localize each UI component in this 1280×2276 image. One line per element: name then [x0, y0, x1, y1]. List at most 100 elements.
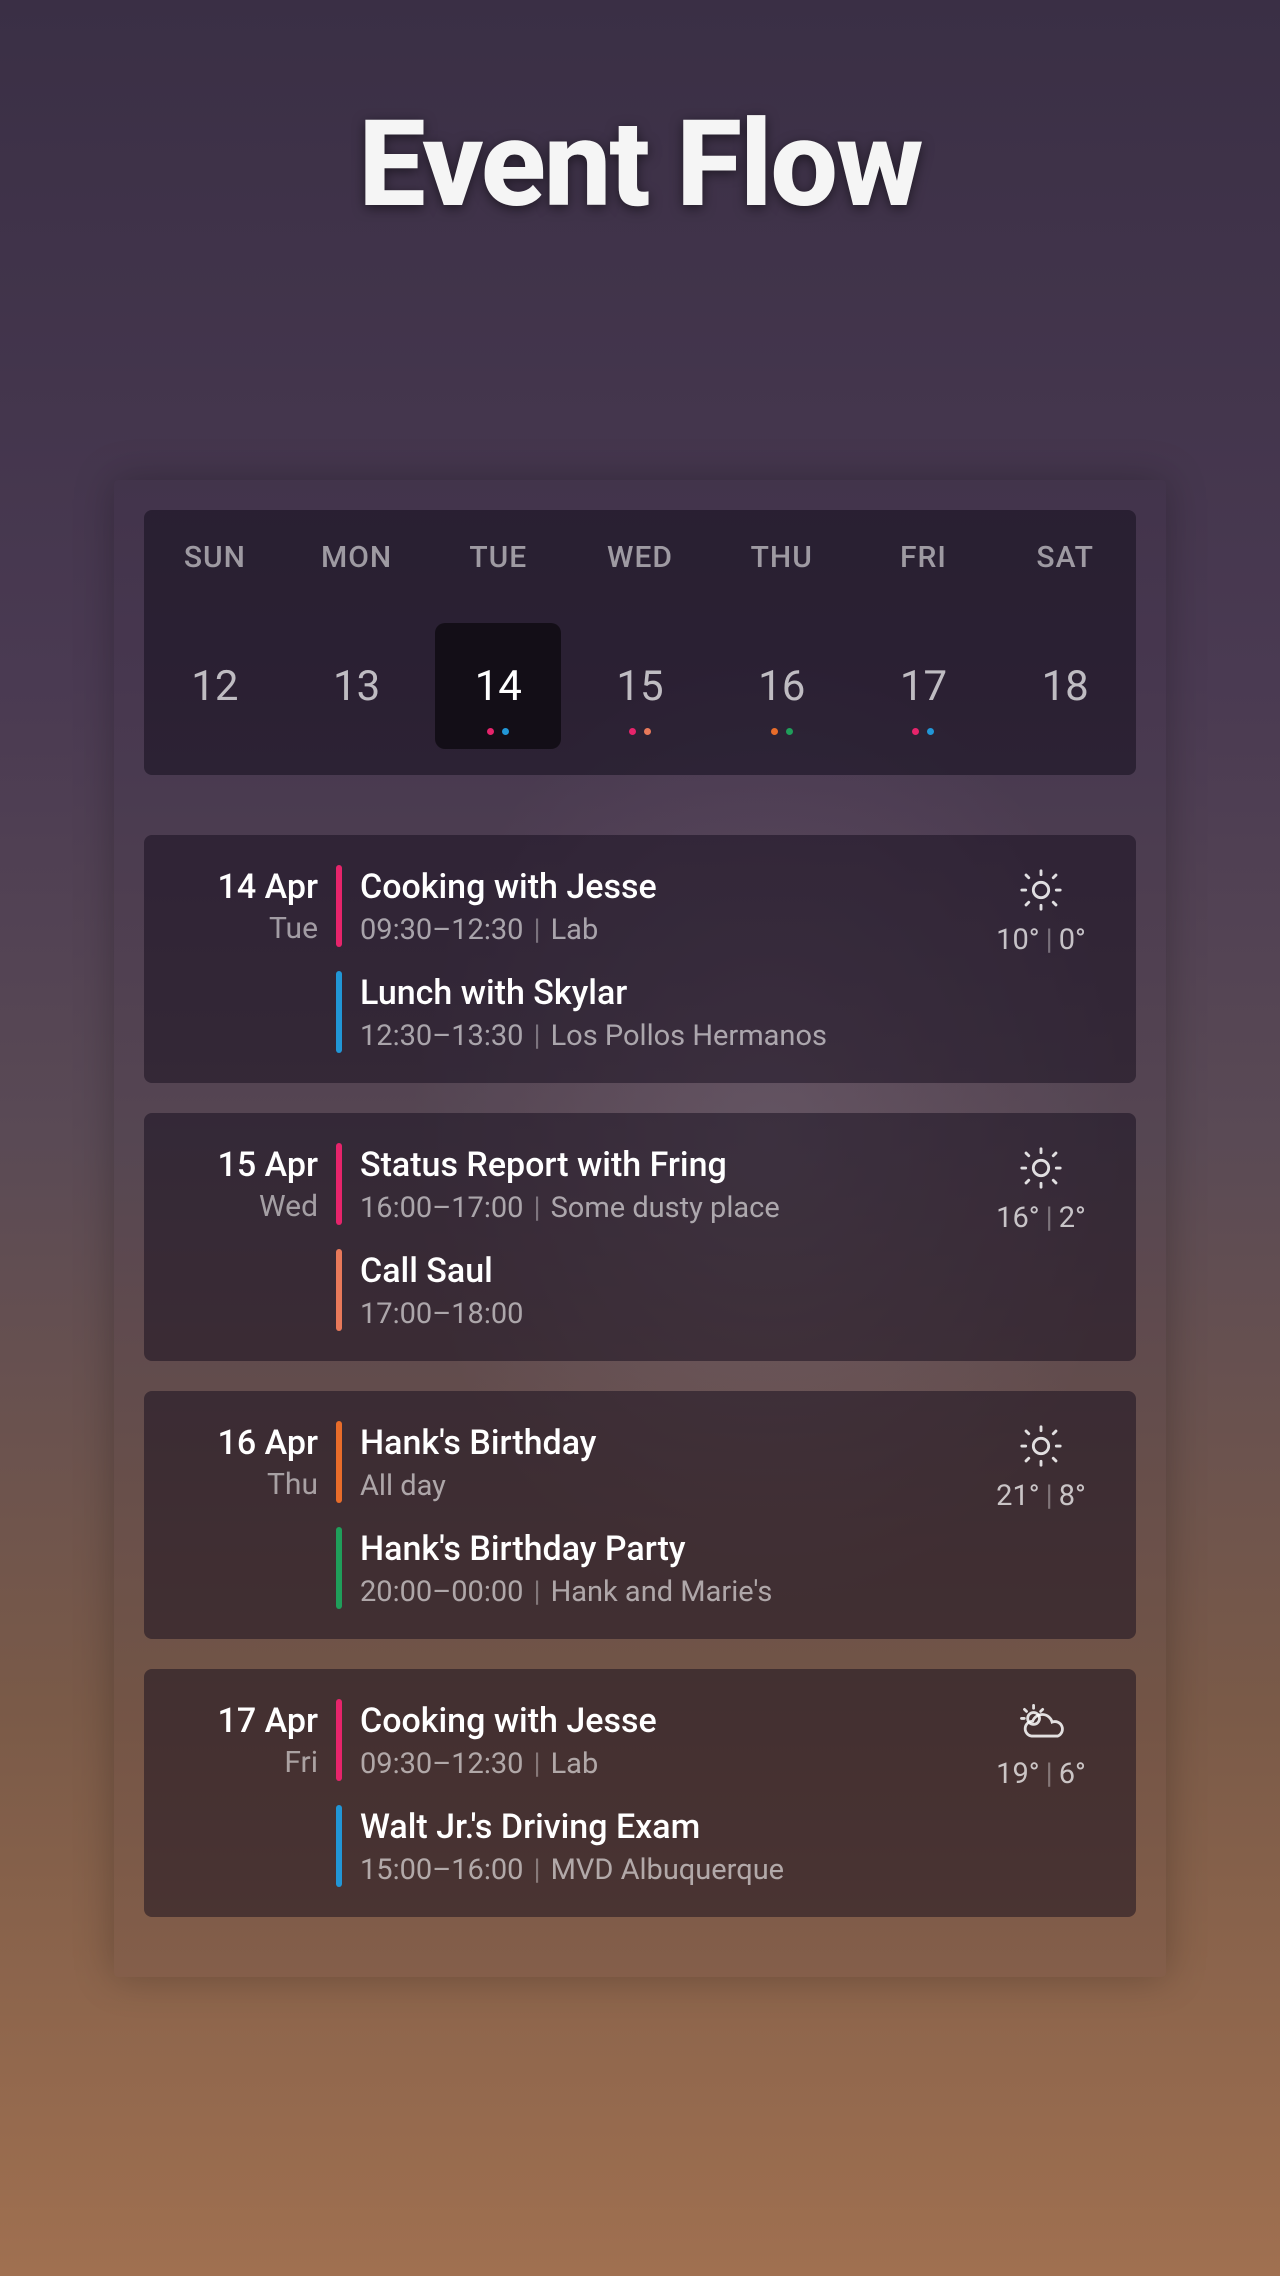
- temp-high: 21°: [996, 1479, 1039, 1513]
- temp-low: 2°: [1059, 1201, 1086, 1235]
- event-time: 09:30–12:30: [360, 1747, 523, 1781]
- events-column: Hank's Birthday All day Hank's Birthday Pa…: [336, 1421, 966, 1609]
- event-row[interactable]: Hank's Birthday All day: [336, 1421, 966, 1527]
- event-time: 09:30–12:30: [360, 913, 523, 947]
- event-dot: [786, 728, 793, 735]
- date-column: 14 Apr Tue: [144, 865, 336, 1053]
- sun-icon: [966, 867, 1116, 913]
- day-name: TUE: [427, 540, 569, 575]
- day-name: WED: [569, 540, 711, 575]
- events-column: Cooking with Jesse 09:30–12:30 | Lab Walt Jr…: [336, 1699, 966, 1887]
- day-number: 13: [333, 662, 380, 711]
- event-row[interactable]: Cooking with Jesse09:30–12:30|Lab: [336, 865, 966, 971]
- day-number-cell[interactable]: 17: [860, 623, 986, 749]
- partly-cloudy-icon: [966, 1701, 1116, 1747]
- event-row[interactable]: Call Saul 17:00–18:00: [336, 1249, 966, 1331]
- day-number-cell[interactable]: 13: [294, 623, 420, 749]
- event-location: Some dusty place: [551, 1191, 780, 1225]
- date-column: 17 AprFri: [144, 1699, 336, 1887]
- event-body: Cooking with Jesse09:30–12:30|Lab: [342, 865, 657, 947]
- day-number-cell[interactable]: 16: [719, 623, 845, 749]
- event-row[interactable]: Cooking with Jesse 09:30–12:30 | Lab: [336, 1699, 966, 1805]
- event-dot: [771, 728, 778, 735]
- sun-icon: [966, 1145, 1116, 1191]
- event-dots: [860, 728, 986, 735]
- day-column[interactable]: SAT18: [994, 540, 1136, 749]
- weather-column: 16°|2°: [966, 1143, 1136, 1331]
- separator: |: [533, 1853, 540, 1887]
- day-number-cell[interactable]: 18: [1002, 623, 1128, 749]
- day-column[interactable]: WED 15: [569, 540, 711, 749]
- event-time: 17:00–18:00: [360, 1297, 523, 1331]
- event-body: Walt Jr.'s Driving Exam15:00–16:00|MVD A…: [342, 1805, 784, 1887]
- event-meta: All day: [360, 1469, 596, 1503]
- separator: |: [533, 1747, 540, 1781]
- event-title: Cooking with Jesse: [360, 1701, 657, 1741]
- event-meta: 15:00–16:00|MVD Albuquerque: [360, 1853, 784, 1887]
- day-number-cell[interactable]: 14: [435, 623, 561, 749]
- day-number-cell[interactable]: 12: [152, 623, 278, 749]
- day-number: 14: [475, 662, 522, 711]
- event-meta: 16:00–17:00 | Some dusty place: [360, 1191, 780, 1225]
- events-column: Status Report with Fring 16:00–17:00 | Some…: [336, 1143, 966, 1331]
- days-container: 14 Apr Tue Cooking with Jesse 09:30–12:30 | L…: [144, 835, 1136, 1917]
- event-title: Call Saul: [360, 1251, 523, 1291]
- day-card: 16 AprThuHank's BirthdayAll dayHank's Bi…: [144, 1391, 1136, 1639]
- event-row[interactable]: Hank's Birthday Party20:00–00:00|Hank an…: [336, 1527, 966, 1609]
- event-meta: 09:30–12:30 | Lab: [360, 1747, 657, 1781]
- event-meta: 17:00–18:00: [360, 1297, 523, 1331]
- event-body: Hank's Birthday All day: [342, 1421, 596, 1503]
- event-time: 16:00–17:00: [360, 1191, 523, 1225]
- day-card: 17 AprFri Cooking with Jesse 09:30–12:30 | L…: [144, 1669, 1136, 1917]
- day-column[interactable]: SUN 12: [144, 540, 286, 749]
- date-main: 14 Apr: [144, 867, 318, 907]
- day-column[interactable]: TUE 14: [427, 540, 569, 749]
- event-location: Lab: [551, 913, 599, 947]
- day-number: 16: [758, 662, 805, 711]
- date-column: 16 AprThu: [144, 1421, 336, 1609]
- event-row[interactable]: Walt Jr.'s Driving Exam15:00–16:00|MVD A…: [336, 1805, 966, 1887]
- temp-low: 0°: [1059, 923, 1086, 957]
- calendar-widget: SUN 12 MON13TUE 14 WED 15THU16FRI17SAT18 14 A…: [114, 480, 1166, 1977]
- weather-temps: 19°|6°: [966, 1757, 1116, 1791]
- date-main: 17 Apr: [144, 1701, 318, 1741]
- day-column[interactable]: MON13: [286, 540, 428, 749]
- weather-temps: 10°|0°: [966, 923, 1116, 957]
- day-number: 17: [900, 662, 947, 711]
- event-dot: [502, 728, 509, 735]
- event-row[interactable]: Lunch with Skylar12:30–13:30|Los Pollos …: [336, 971, 966, 1053]
- separator: |: [1046, 1201, 1053, 1235]
- separator: |: [1046, 923, 1053, 957]
- event-dots: [719, 728, 845, 735]
- temp-high: 16°: [996, 1201, 1039, 1235]
- weather-temps: 16°|2°: [966, 1201, 1116, 1235]
- event-body: Status Report with Fring 16:00–17:00 | Some…: [342, 1143, 780, 1225]
- event-meta: 12:30–13:30|Los Pollos Hermanos: [360, 1019, 827, 1053]
- weather-column: 21°|8°: [966, 1421, 1136, 1609]
- date-dow: Tue: [144, 911, 318, 946]
- week-strip: SUN 12 MON13TUE 14 WED 15THU16FRI17SAT18: [144, 510, 1136, 775]
- event-title: Status Report with Fring: [360, 1145, 780, 1185]
- date-main: 16 Apr: [144, 1423, 318, 1463]
- event-dot: [487, 728, 494, 735]
- separator: |: [533, 1191, 540, 1225]
- event-row[interactable]: Status Report with Fring 16:00–17:00 | Some…: [336, 1143, 966, 1249]
- weather-temps: 21°|8°: [966, 1479, 1116, 1513]
- weather-column: 19°|6°: [966, 1699, 1136, 1887]
- event-dot: [927, 728, 934, 735]
- sun-icon: [966, 1423, 1116, 1469]
- event-dot: [629, 728, 636, 735]
- day-column[interactable]: FRI17: [853, 540, 995, 749]
- day-name: SUN: [144, 540, 286, 575]
- event-location: Lab: [551, 1747, 599, 1781]
- event-body: Lunch with Skylar12:30–13:30|Los Pollos …: [342, 971, 827, 1053]
- day-number: 12: [191, 662, 238, 711]
- day-number-cell[interactable]: 15: [577, 623, 703, 749]
- day-column[interactable]: THU16: [711, 540, 853, 749]
- temp-high: 10°: [996, 923, 1039, 957]
- event-dots: [577, 728, 703, 735]
- event-title: Hank's Birthday: [360, 1423, 596, 1463]
- day-number: 18: [1042, 662, 1089, 711]
- event-time: 12:30–13:30: [360, 1019, 523, 1053]
- separator: |: [533, 1019, 540, 1053]
